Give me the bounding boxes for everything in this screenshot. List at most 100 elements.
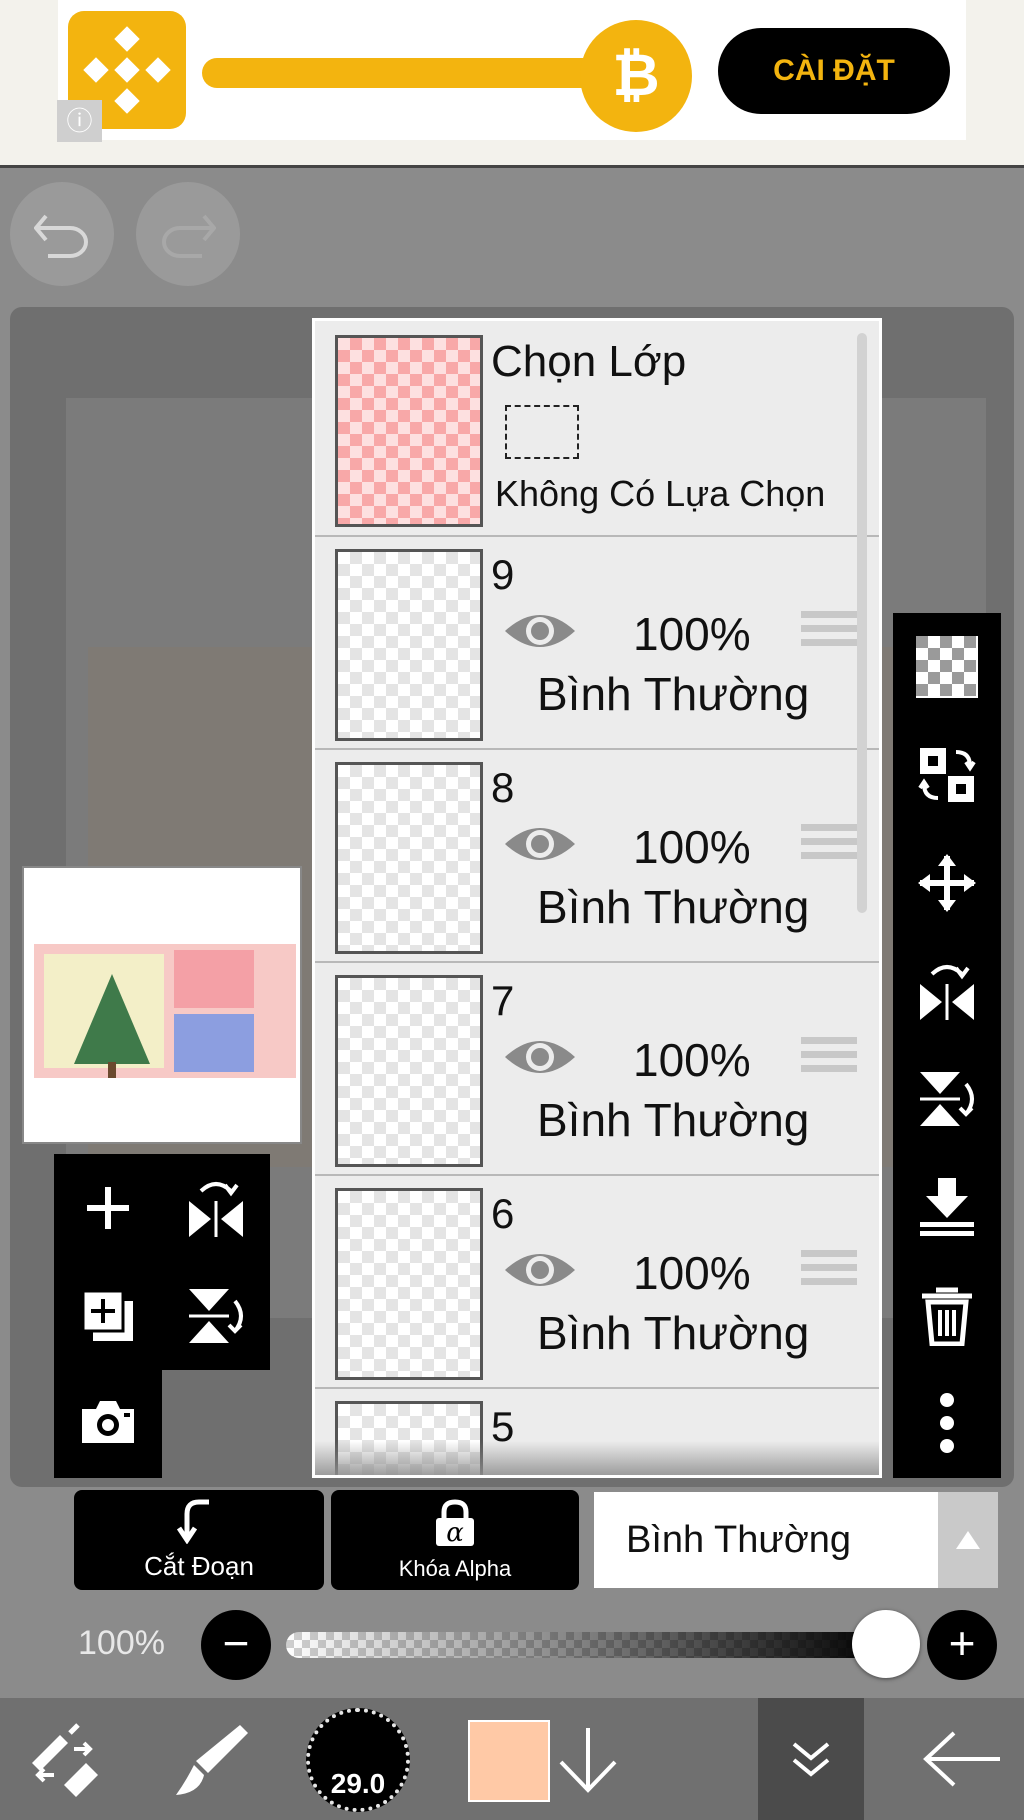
drag-handle-icon[interactable]: [801, 824, 857, 866]
flip-vertical-icon: [920, 1072, 974, 1126]
drag-handle-icon[interactable]: [801, 611, 857, 653]
brush-button[interactable]: [160, 1698, 260, 1820]
preview-artwork: [34, 944, 296, 1078]
opacity-minus-button[interactable]: −: [201, 1610, 271, 1680]
alpha-lock-label: Khóa Alpha: [398, 1556, 512, 1581]
layer-thumbnail: [335, 1188, 483, 1380]
back-button[interactable]: [900, 1698, 1024, 1820]
selection-layer-status: Không Có Lựa Chọn: [495, 473, 826, 514]
install-button[interactable]: CÀI ĐẶT: [718, 28, 950, 114]
delete-layer-button[interactable]: [893, 1261, 1001, 1369]
add-layer-icon: [87, 1187, 129, 1229]
opacity-slider-knob[interactable]: [852, 1610, 920, 1678]
flip-vertical-button[interactable]: [893, 1045, 1001, 1153]
layer-row[interactable]: 9 100% Bình Thường: [315, 537, 879, 750]
merge-down-button[interactable]: [893, 1153, 1001, 1261]
selection-layer-title: Chọn Lớp: [491, 337, 687, 386]
ad-banner[interactable]: ⓘ ₿ CÀI ĐẶT: [0, 0, 1024, 168]
undo-icon: [34, 214, 88, 258]
christmas-tree-icon: [74, 974, 150, 1064]
add-layer-button[interactable]: [54, 1154, 162, 1262]
layers-panel-toggle[interactable]: [758, 1698, 864, 1820]
layer-row[interactable]: 8 100% Bình Thường: [315, 750, 879, 963]
double-chevron-down-icon: [792, 1742, 830, 1777]
more-button[interactable]: [893, 1369, 1001, 1477]
lock-icon: α: [436, 1499, 474, 1548]
redo-icon: [162, 214, 216, 258]
back-arrow-icon: [923, 1731, 1000, 1787]
opacity-value: 100%: [78, 1624, 165, 1662]
preview-blue-panel: [174, 1014, 254, 1072]
eye-icon[interactable]: [503, 607, 577, 655]
layer-blend-mode: Bình Thường: [537, 881, 810, 933]
alpha-lock-button[interactable]: α Khóa Alpha: [331, 1490, 579, 1590]
layer-blend-mode: Bình Thường: [537, 1094, 810, 1146]
transparent-background-button[interactable]: [893, 613, 1001, 721]
layer-blend-mode: Bình Thường: [537, 1307, 810, 1359]
flip-vertical-icon: [189, 1289, 243, 1343]
brush-icon: [176, 1725, 248, 1795]
selection-marquee-icon: [505, 405, 579, 459]
layer-name: 6: [491, 1190, 515, 1237]
svg-text:α: α: [446, 1518, 464, 1548]
layer-opacity: 100%: [633, 608, 751, 660]
layers-fade: [315, 1441, 879, 1475]
brush-size-indicator[interactable]: 29.0: [306, 1708, 410, 1812]
layer-row[interactable]: 6 100% Bình Thường: [315, 1176, 879, 1389]
clipping-button[interactable]: Cắt Đoạn: [74, 1490, 324, 1590]
undo-button[interactable]: [10, 182, 114, 286]
layer-name: 7: [491, 977, 515, 1024]
bitcoin-icon: ₿: [580, 20, 692, 132]
duplicate-layer-icon: [81, 1289, 133, 1341]
camera-button[interactable]: [54, 1368, 162, 1476]
layer-opacity: 100%: [633, 1247, 751, 1299]
trash-icon: [922, 1287, 972, 1346]
swap-layer-icon: [918, 748, 976, 802]
flip-canvas-vertical-button[interactable]: [162, 1262, 270, 1370]
move-icon: [918, 854, 976, 912]
opacity-plus-button[interactable]: +: [927, 1610, 997, 1680]
redo-button[interactable]: [136, 182, 240, 286]
layer-tools-column: [893, 613, 1001, 1478]
eye-icon[interactable]: [503, 1246, 577, 1294]
flip-horizontal-icon: [189, 1182, 243, 1237]
eye-icon[interactable]: [503, 1033, 577, 1081]
transform-icon: [32, 1723, 98, 1797]
flip-horizontal-icon: [920, 965, 974, 1020]
layer-row[interactable]: 7 100% Bình Thường: [315, 963, 879, 1176]
ad-slider-track: [202, 58, 642, 88]
layer-opacity: 100%: [633, 1034, 751, 1086]
move-button[interactable]: [893, 829, 1001, 937]
info-icon[interactable]: ⓘ: [57, 100, 102, 142]
layer-blend-mode: Bình Thường: [537, 668, 810, 720]
blend-mode-select[interactable]: Bình Thường: [594, 1492, 938, 1588]
camera-icon: [82, 1401, 134, 1443]
swap-layer-button[interactable]: [893, 721, 1001, 829]
more-icon: [940, 1393, 954, 1453]
blend-mode-dropdown-button[interactable]: [938, 1492, 998, 1588]
flip-canvas-horizontal-button[interactable]: [162, 1154, 270, 1262]
preview-tree-panel: [44, 954, 164, 1078]
clipping-label: Cắt Đoạn: [144, 1551, 254, 1581]
layer-thumbnail: [335, 975, 483, 1167]
color-swatch[interactable]: [468, 1720, 550, 1802]
flip-horizontal-button[interactable]: [893, 937, 1001, 1045]
layer-thumbnail: [335, 549, 483, 741]
drag-handle-icon[interactable]: [801, 1037, 857, 1079]
layers-scrollbar[interactable]: [857, 333, 867, 913]
layer-thumbnail: [335, 762, 483, 954]
transform-button[interactable]: [14, 1698, 114, 1820]
down-arrow-icon: [559, 1728, 617, 1793]
selection-layer[interactable]: Chọn Lớp Không Có Lựa Chọn: [315, 321, 879, 537]
selection-layer-thumbnail: [335, 335, 483, 527]
drag-handle-icon[interactable]: [801, 1250, 857, 1292]
layer-opacity: 100%: [633, 821, 751, 873]
brush-size-value: 29.0: [330, 1768, 386, 1799]
layer-name: 8: [491, 764, 515, 811]
duplicate-layer-button[interactable]: [54, 1262, 162, 1370]
opacity-slider-track[interactable]: [286, 1632, 886, 1658]
canvas-preview[interactable]: [22, 866, 302, 1144]
eye-icon[interactable]: [503, 820, 577, 868]
clipping-icon: [176, 1499, 209, 1545]
layers-panel[interactable]: Chọn Lớp Không Có Lựa Chọn 9 100% Bình T…: [312, 318, 882, 1478]
